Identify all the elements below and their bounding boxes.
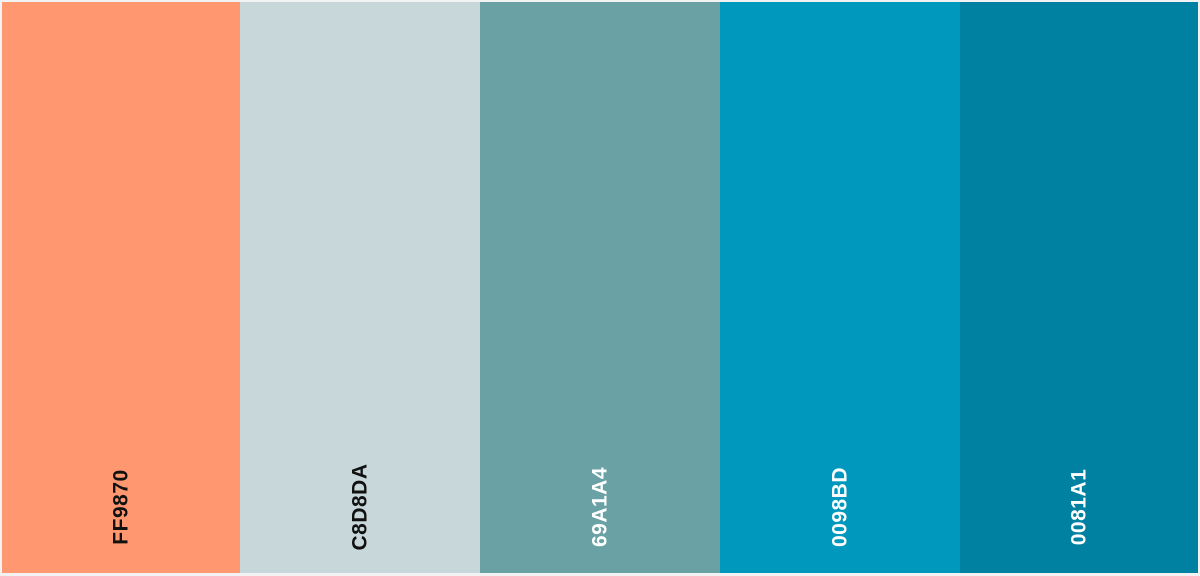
color-swatch-4: 0098BD [720, 0, 960, 576]
color-swatch-1: FF9870 [0, 0, 240, 576]
swatch-hex-label: FF9870 [109, 469, 133, 545]
swatch-hex-label: C8D8DA [348, 463, 372, 551]
swatch-hex-label: 0081A1 [1067, 468, 1091, 546]
color-palette: FF9870 C8D8DA 69A1A4 0098BD 0081A1 [0, 0, 1200, 576]
swatch-hex-label: 69A1A4 [588, 466, 612, 548]
swatch-hex-label: 0098BD [828, 466, 852, 548]
color-swatch-5: 0081A1 [960, 0, 1200, 576]
color-swatch-2: C8D8DA [240, 0, 480, 576]
color-swatch-3: 69A1A4 [480, 0, 720, 576]
